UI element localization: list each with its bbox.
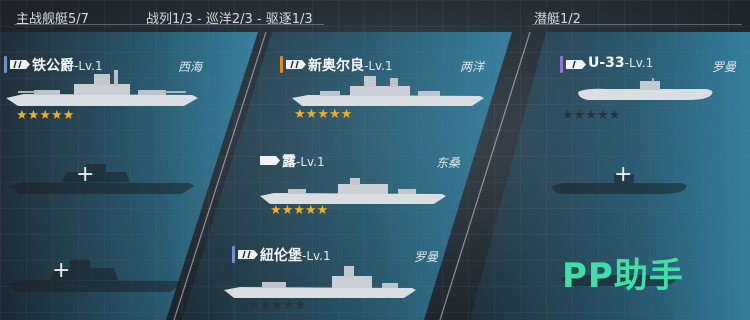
ship-slot-new-orleans[interactable]: 新奥尔良-Lv.1 两洋 ★★★★★ [280,54,494,128]
star-empty-icon: ★ [562,108,574,123]
star-filled-icon: ★ [39,108,51,123]
ship-silhouette-destroyer [260,178,446,204]
ship-name: U-33-Lv.1 [588,55,654,71]
ship-slot-tsuyu[interactable]: 露-Lv.1 东桑 ★★★★★ [254,150,470,222]
star-empty-icon: ★ [259,298,272,313]
star-filled-icon: ★ [294,107,306,122]
header-underline-sub [532,24,742,25]
app-watermark: PP助手 [562,256,684,296]
add-ship-slot-3[interactable]: + [36,256,80,286]
star-empty-icon: ★ [573,108,586,123]
faction-flag-bar [254,152,257,169]
rarity-stars: ★★★★★ [270,203,328,218]
plus-icon: + [52,258,71,283]
star-filled-icon: ★ [281,203,294,218]
star-filled-icon: ★ [62,108,75,123]
star-filled-icon: ★ [328,107,341,122]
ship-nation: 罗曼 [414,250,439,264]
star-filled-icon: ★ [305,107,318,122]
ship-nation: 东桑 [436,156,461,170]
star-filled-icon: ★ [340,107,353,122]
ship-name: 露-Lv.1 [282,154,325,170]
plus-icon: + [76,162,95,187]
add-ship-slot-2[interactable]: + [60,160,104,190]
star-filled-icon: ★ [270,203,282,218]
star-empty-icon: ★ [294,298,307,313]
star-filled-icon: ★ [293,203,305,218]
ship-silhouette-cruiser [292,76,484,106]
faction-flag-bar [280,56,283,73]
star-empty-icon: ★ [585,108,597,123]
star-filled-icon: ★ [27,108,40,123]
rarity-stars: ★★★★★ [248,298,306,313]
star-empty-icon: ★ [282,298,295,313]
header-underline-main [14,24,324,25]
star-filled-icon: ★ [316,203,329,218]
add-submarine-slot-2[interactable]: + [598,160,642,190]
ship-nation: 罗曼 [712,60,737,74]
ship-slot-u33[interactable]: U-33-Lv.1 罗曼 ★★★★★ [560,54,746,124]
submarine-class-icon [566,60,586,69]
cruiser-class-icon [238,250,258,259]
ship-silhouette-battleship [6,70,198,106]
ship-silhouette-cruiser [224,266,416,298]
star-filled-icon: ★ [50,108,63,123]
ship-silhouette-submarine [578,78,713,100]
empty-slot-ship-ghost [4,258,184,298]
rarity-stars: ★★★★★ [562,108,620,123]
star-filled-icon: ★ [16,108,28,123]
cruiser-class-icon [286,60,306,69]
star-empty-icon: ★ [608,108,621,123]
plus-icon: + [614,162,633,187]
ship-slot-nurnberg[interactable]: 紐伦堡-Lv.1 罗曼 ★★★★★ [224,244,446,316]
rarity-stars: ★★★★★ [294,107,352,122]
fleet-header: 主战舰艇5/7 战列1/3 - 巡洋2/3 - 驱逐1/3 潜艇1/2 [0,0,750,32]
star-empty-icon: ★ [271,298,283,313]
ship-name: 紐伦堡-Lv.1 [260,248,331,264]
faction-flag-bar [560,56,563,73]
faction-flag-bar [232,246,235,263]
star-empty-icon: ★ [248,298,260,313]
ship-slot-iron-duke[interactable]: 铁公爵-Lv.1 西海 ★★★★★ [4,54,216,128]
star-empty-icon: ★ [596,108,609,123]
star-filled-icon: ★ [317,107,329,122]
destroyer-class-icon [260,156,280,165]
star-filled-icon: ★ [304,203,317,218]
rarity-stars: ★★★★★ [16,108,74,123]
